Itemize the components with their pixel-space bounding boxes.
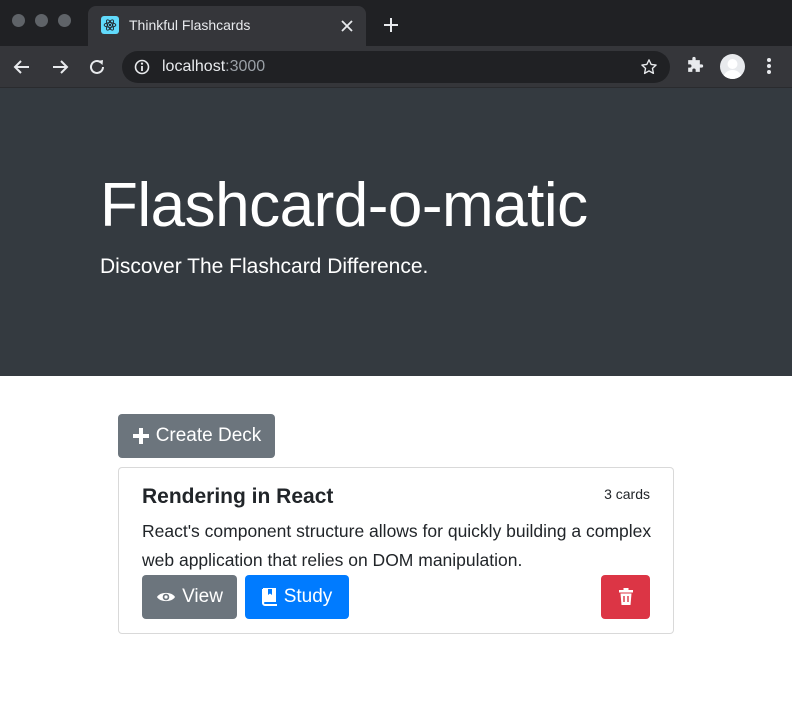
window-minimize-dot[interactable] xyxy=(35,14,48,27)
url-host: localhost xyxy=(162,58,226,75)
study-label: Study xyxy=(283,586,333,607)
tab-title: Thinkful Flashcards xyxy=(129,17,251,33)
forward-arrow-icon[interactable] xyxy=(47,54,73,80)
page-subtitle: Discover The Flashcard Difference. xyxy=(100,255,429,278)
url-text: localhost:3000 xyxy=(162,58,265,76)
study-deck-button[interactable]: Study xyxy=(245,575,349,619)
deck-description: React's component structure allows for q… xyxy=(142,521,652,570)
extensions-icon[interactable] xyxy=(683,55,705,77)
new-tab-icon[interactable] xyxy=(380,14,402,36)
browser-tab[interactable]: Thinkful Flashcards xyxy=(88,6,366,46)
page-title: Flashcard-o-matic xyxy=(100,171,588,240)
deck-card-count: 3 cards xyxy=(604,486,650,502)
avatar[interactable] xyxy=(720,54,745,79)
url-port: :3000 xyxy=(225,58,266,75)
create-deck-label: Create Deck xyxy=(155,425,262,446)
star-icon[interactable] xyxy=(640,58,658,76)
browser-toolbar: localhost:3000 xyxy=(0,46,792,88)
book-icon xyxy=(261,588,277,606)
address-bar[interactable]: localhost:3000 xyxy=(122,51,670,83)
browser-tabstrip: Thinkful Flashcards xyxy=(0,0,792,46)
kebab-menu-icon[interactable] xyxy=(758,55,780,77)
window-zoom-dot[interactable] xyxy=(58,14,71,27)
info-icon[interactable] xyxy=(134,59,150,75)
plus-icon xyxy=(132,428,149,444)
deck-card: Rendering in React 3 cards React's compo… xyxy=(118,467,674,634)
trash-icon xyxy=(618,588,633,605)
react-logo-icon xyxy=(101,16,119,34)
tab-close-icon[interactable] xyxy=(337,16,357,36)
create-deck-button[interactable]: Create Deck xyxy=(118,414,275,458)
eye-icon xyxy=(157,592,176,602)
window-close-dot[interactable] xyxy=(12,14,25,27)
back-arrow-icon[interactable] xyxy=(9,54,35,80)
view-label: View xyxy=(182,586,223,607)
reload-icon[interactable] xyxy=(84,54,110,80)
deck-title: Rendering in React xyxy=(142,485,334,508)
header-jumbotron: Flashcard-o-matic Discover The Flashcard… xyxy=(0,88,792,376)
delete-deck-button[interactable] xyxy=(601,575,650,619)
view-deck-button[interactable]: View xyxy=(142,575,237,619)
